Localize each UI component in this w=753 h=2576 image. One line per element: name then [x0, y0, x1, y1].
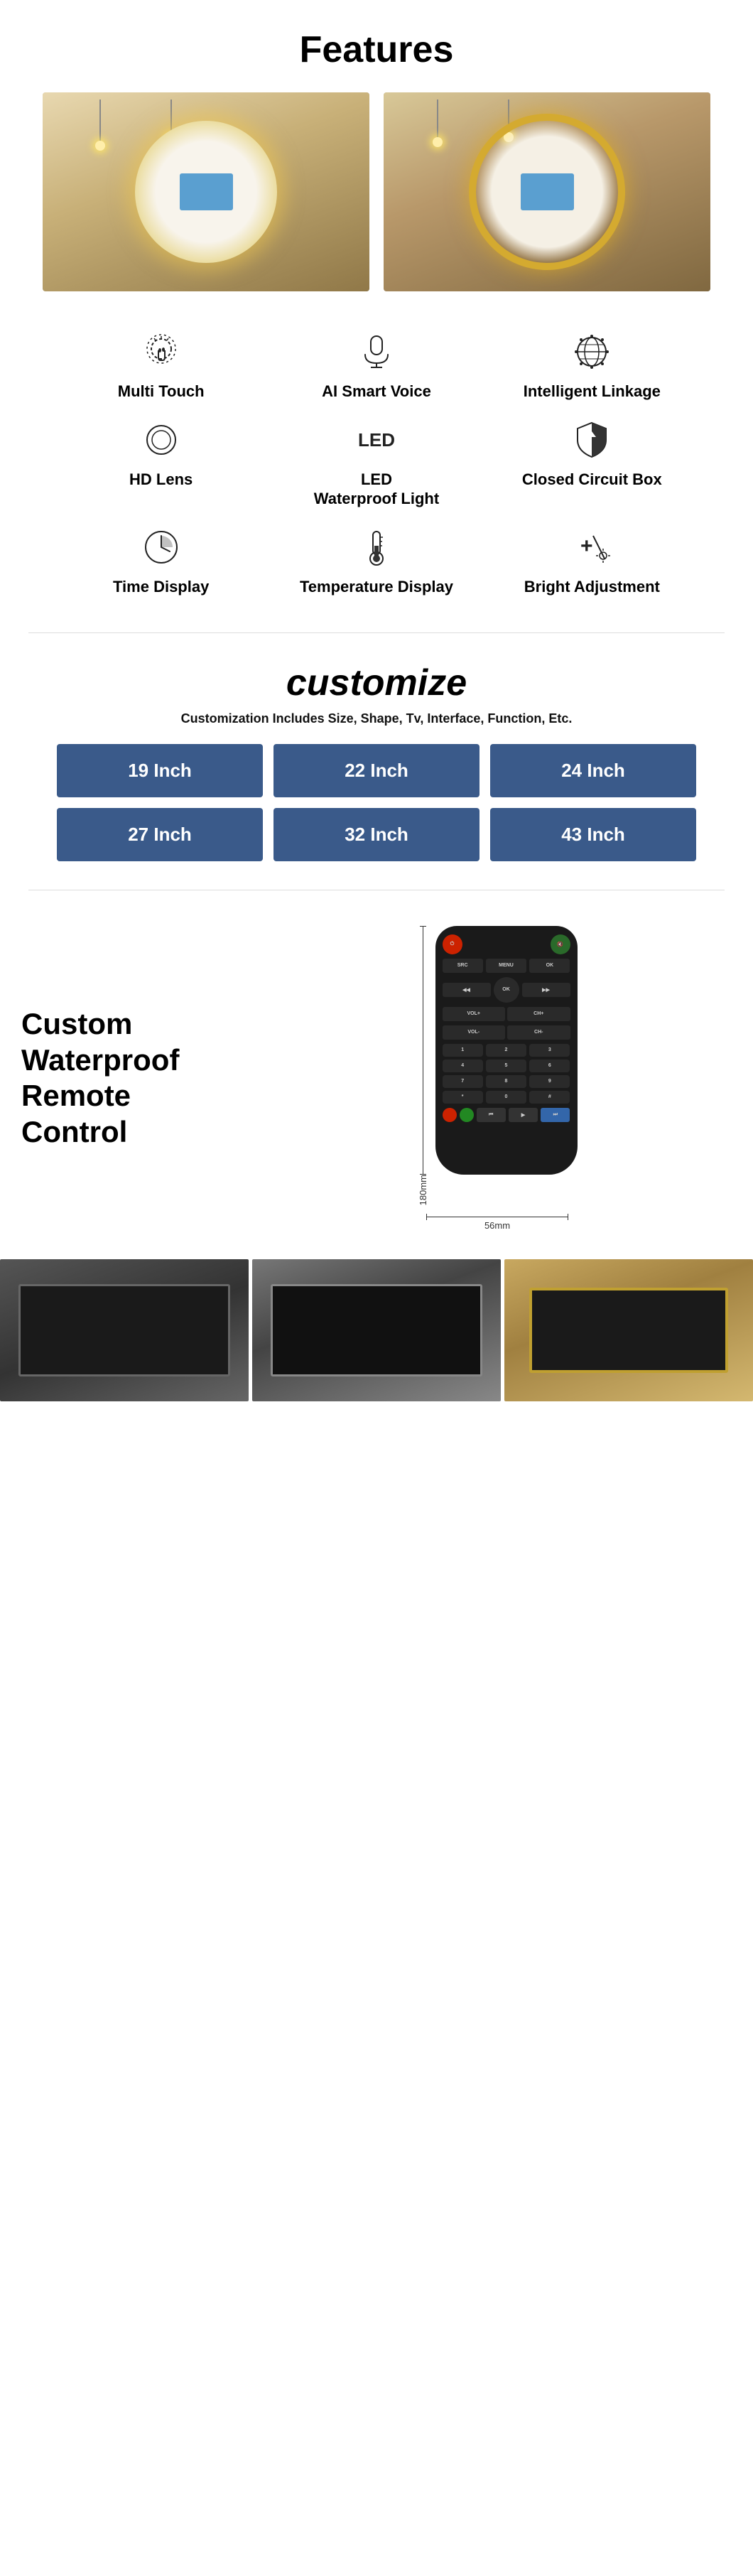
feature-intelligent-linkage: Intelligent Linkage: [488, 327, 696, 401]
customize-title: customize: [36, 662, 717, 704]
remote-btn-vol-down[interactable]: VOL-: [443, 1025, 506, 1040]
feature-led-waterproof: LED LED Waterproof Light: [272, 415, 480, 508]
product-image-3: [504, 1259, 753, 1401]
size-24-inch[interactable]: 24 Inch: [490, 744, 696, 797]
intelligent-linkage-label: Intelligent Linkage: [524, 382, 661, 401]
product-image-2: [252, 1259, 501, 1401]
remote-btn-vol-up[interactable]: VOL+: [443, 1007, 506, 1021]
customize-section: customize Customization Includes Size, S…: [0, 640, 753, 883]
features-section: Features: [0, 0, 753, 625]
remote-section: Custom Waterproof Remote Control 180mm ⏻: [0, 898, 753, 1259]
size-32-inch[interactable]: 32 Inch: [273, 808, 480, 861]
remote-btn-next[interactable]: ▶▶: [522, 983, 570, 997]
thermometer-icon: [355, 522, 398, 572]
remote-btn-ch-up[interactable]: CH+: [507, 1007, 570, 1021]
feature-bright-adjustment: + Bright Adjustment: [488, 522, 696, 596]
size-27-inch[interactable]: 27 Inch: [57, 808, 263, 861]
mirror-image-left: [43, 92, 369, 291]
remote-wrapper: 180mm ⏻ 🔇 SRC MENU OK ◀◀: [418, 926, 578, 1205]
remote-btn-rwd[interactable]: ⏮: [477, 1108, 506, 1122]
remote-btn-0[interactable]: 0: [486, 1091, 526, 1104]
remote-btn-1[interactable]: 1: [443, 1044, 483, 1057]
remote-btn-play[interactable]: ▶: [509, 1108, 538, 1122]
remote-btn-ch-down[interactable]: CH-: [507, 1025, 570, 1040]
clock-icon: [140, 522, 183, 572]
remote-control-body: ⏻ 🔇 SRC MENU OK ◀◀ OK ▶▶ VO: [435, 926, 578, 1175]
remote-btn-2[interactable]: 2: [486, 1044, 526, 1057]
size-grid: 19 Inch 22 Inch 24 Inch 27 Inch 32 Inch …: [57, 744, 696, 861]
temperature-display-label: Temperature Display: [300, 578, 453, 596]
closed-circuit-label: Closed Circuit Box: [522, 470, 662, 489]
size-22-inch[interactable]: 22 Inch: [273, 744, 480, 797]
remote-btn-green[interactable]: [460, 1108, 474, 1122]
led-text-icon: LED: [358, 415, 395, 465]
remote-btn-5[interactable]: 5: [486, 1060, 526, 1072]
remote-height-line: 180mm: [418, 926, 428, 1205]
feature-multi-touch: Multi Touch: [57, 327, 265, 401]
features-grid: Multi Touch AI Smart Voice: [57, 320, 696, 604]
brightness-icon: +: [570, 522, 613, 572]
remote-btn-fwd[interactable]: ⏭: [541, 1108, 570, 1122]
remote-btn-4[interactable]: 4: [443, 1060, 483, 1072]
height-dim-label: 180mm: [418, 1175, 428, 1205]
time-display-label: Time Display: [113, 578, 209, 596]
remote-btn-9[interactable]: 9: [529, 1075, 570, 1088]
remote-btn-3[interactable]: 3: [529, 1044, 570, 1057]
mirror-images-container: [14, 92, 739, 291]
feature-closed-circuit: Closed Circuit Box: [488, 415, 696, 508]
remote-power-btn[interactable]: ⏻: [443, 934, 462, 954]
microphone-icon: [355, 327, 398, 377]
size-19-inch[interactable]: 19 Inch: [57, 744, 263, 797]
bottom-product-images: [0, 1259, 753, 1416]
feature-ai-smart-voice: AI Smart Voice: [272, 327, 480, 401]
product-image-1: [0, 1259, 249, 1401]
ai-smart-voice-label: AI Smart Voice: [322, 382, 431, 401]
led-waterproof-label: LED Waterproof Light: [314, 470, 439, 508]
remote-btn-7[interactable]: 7: [443, 1075, 483, 1088]
width-dim-label: 56mm: [484, 1220, 510, 1231]
remote-btn-hash[interactable]: #: [529, 1091, 570, 1104]
multi-touch-label: Multi Touch: [118, 382, 205, 401]
remote-btn-ok2[interactable]: OK: [494, 977, 519, 1003]
customize-subtitle: Customization Includes Size, Shape, Tv, …: [36, 711, 717, 726]
remote-btn-red[interactable]: [443, 1108, 457, 1122]
size-43-inch[interactable]: 43 Inch: [490, 808, 696, 861]
feature-temperature-display: Temperature Display: [272, 522, 480, 596]
remote-btn-star[interactable]: *: [443, 1091, 483, 1104]
feature-time-display: Time Display: [57, 522, 265, 596]
touch-icon: [140, 327, 183, 377]
svg-text:+: +: [580, 534, 593, 558]
features-title: Features: [14, 28, 739, 71]
remote-mute-btn[interactable]: 🔇: [551, 934, 570, 954]
remote-label: Custom Waterproof Remote Control: [21, 1006, 234, 1150]
remote-btn-6[interactable]: 6: [529, 1060, 570, 1072]
remote-btn-prev[interactable]: ◀◀: [443, 983, 491, 997]
remote-btn-8[interactable]: 8: [486, 1075, 526, 1088]
section-divider-1: [28, 632, 725, 633]
bright-adjustment-label: Bright Adjustment: [524, 578, 660, 596]
shield-icon: [570, 415, 613, 465]
remote-btn-ok[interactable]: OK: [529, 959, 570, 973]
feature-hd-lens: HD Lens: [57, 415, 265, 508]
remote-diagram: 180mm ⏻ 🔇 SRC MENU OK ◀◀: [263, 926, 732, 1231]
width-dimension: 56mm: [426, 1211, 568, 1231]
mirror-image-right: [384, 92, 710, 291]
remote-btn-source[interactable]: SRC: [443, 959, 483, 973]
circle-lens-icon: [140, 415, 183, 465]
remote-btn-menu[interactable]: MENU: [486, 959, 526, 973]
hd-lens-label: HD Lens: [129, 470, 193, 489]
globe-gear-icon: [570, 327, 613, 377]
